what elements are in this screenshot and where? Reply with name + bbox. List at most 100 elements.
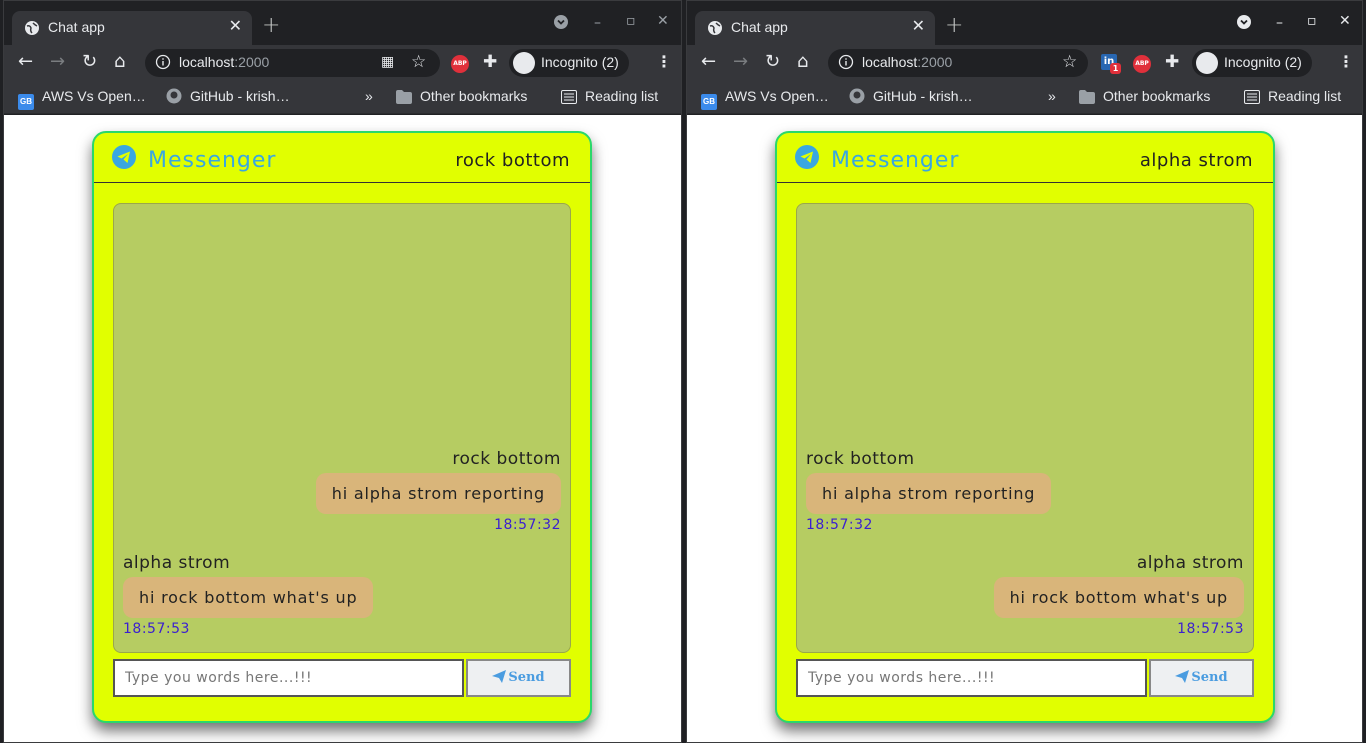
composer: Send bbox=[113, 659, 571, 697]
page-content: Messenger alpha strom rock bottom hi alp… bbox=[687, 115, 1362, 742]
url-text: localhost:2000 bbox=[179, 54, 270, 70]
message-sender: alpha strom bbox=[1136, 553, 1244, 573]
reading-list[interactable]: Reading list bbox=[1244, 88, 1341, 104]
folder-icon bbox=[396, 90, 412, 104]
url-text: localhost:2000 bbox=[862, 54, 953, 70]
send-button[interactable]: Send bbox=[1149, 659, 1254, 697]
paper-plane-icon bbox=[1175, 670, 1190, 683]
home-icon[interactable]: ⌂ bbox=[114, 51, 125, 72]
browser-menu-icon[interactable]: ⋮ bbox=[1338, 52, 1354, 71]
message-time: 18:57:53 bbox=[1177, 621, 1244, 637]
chat-message: rock bottom hi alpha strom reporting 18:… bbox=[797, 449, 1253, 533]
message-bubble: hi rock bottom what's up bbox=[993, 577, 1244, 618]
message-bubble: hi alpha strom reporting bbox=[315, 473, 561, 514]
browser-window-right: Chat app ✕ + – ▫ ✕ ← → ↻ ⌂ localhost:200… bbox=[686, 0, 1363, 743]
chat-message: alpha strom hi rock bottom what's up 18:… bbox=[797, 553, 1253, 637]
github-icon bbox=[166, 88, 182, 104]
incognito-badge[interactable]: Incognito (2) bbox=[1192, 49, 1312, 77]
current-user-name: alpha strom bbox=[1139, 150, 1253, 171]
chat-messages-area[interactable]: rock bottom hi alpha strom reporting 18:… bbox=[113, 203, 571, 653]
bookmark-star-icon[interactable]: ☆ bbox=[411, 52, 426, 72]
composer: Send bbox=[796, 659, 1254, 697]
info-icon bbox=[838, 54, 854, 70]
tab-strip: Chat app ✕ + – ▫ ✕ bbox=[687, 1, 1362, 45]
close-window-icon[interactable]: ✕ bbox=[657, 13, 669, 29]
message-time: 18:57:32 bbox=[806, 517, 873, 533]
messenger-card: Messenger alpha strom rock bottom hi alp… bbox=[775, 131, 1275, 723]
bookmark-star-icon[interactable]: ☆ bbox=[1062, 52, 1077, 72]
reload-icon[interactable]: ↻ bbox=[765, 51, 780, 72]
bookmarks-bar: GB AWS Vs Open… GitHub - krish… » Other b… bbox=[687, 81, 1362, 114]
tab-search-icon[interactable] bbox=[1237, 15, 1251, 33]
bookmark-aws[interactable]: GB AWS Vs Open… bbox=[701, 88, 829, 110]
other-bookmarks[interactable]: Other bookmarks bbox=[1079, 88, 1210, 104]
new-tab-icon[interactable]: + bbox=[262, 13, 280, 38]
tab-title: Chat app bbox=[731, 19, 788, 35]
extensions-puzzle-icon[interactable]: ✚ bbox=[483, 52, 497, 72]
page-content: Messenger rock bottom rock bottom hi alp… bbox=[4, 115, 681, 742]
close-tab-icon[interactable]: ✕ bbox=[912, 16, 925, 35]
reading-list[interactable]: Reading list bbox=[561, 88, 658, 104]
forward-icon[interactable]: → bbox=[733, 51, 748, 72]
address-bar[interactable]: localhost:2000 ▦ ☆ bbox=[145, 49, 440, 77]
info-icon bbox=[155, 54, 171, 70]
send-button[interactable]: Send bbox=[466, 659, 571, 697]
reading-list-icon bbox=[1244, 90, 1260, 104]
browser-window-left: Chat app ✕ + – ▫ ✕ ← → ↻ ⌂ localhost:200… bbox=[3, 0, 682, 743]
message-time: 18:57:53 bbox=[123, 621, 190, 637]
brand-title: Messenger bbox=[148, 148, 277, 173]
incognito-badge[interactable]: Incognito (2) bbox=[509, 49, 629, 77]
messenger-header: Messenger rock bottom bbox=[94, 133, 590, 183]
bookmarks-overflow-icon[interactable]: » bbox=[365, 88, 373, 104]
minimize-icon[interactable]: – bbox=[1276, 15, 1283, 31]
extensions-puzzle-icon[interactable]: ✚ bbox=[1165, 52, 1179, 72]
message-bubble: hi rock bottom what's up bbox=[123, 577, 374, 618]
globe-icon bbox=[25, 21, 39, 35]
incognito-icon bbox=[1196, 52, 1218, 74]
forward-icon[interactable]: → bbox=[50, 51, 65, 72]
back-icon[interactable]: ← bbox=[18, 51, 33, 72]
tab-search-icon[interactable] bbox=[554, 15, 568, 33]
tab-title: Chat app bbox=[48, 19, 105, 35]
folder-icon bbox=[1079, 90, 1095, 104]
messenger-card: Messenger rock bottom rock bottom hi alp… bbox=[92, 131, 592, 723]
message-bubble: hi alpha strom reporting bbox=[806, 473, 1052, 514]
chat-messages-area[interactable]: rock bottom hi alpha strom reporting 18:… bbox=[796, 203, 1254, 653]
brand-title: Messenger bbox=[831, 148, 960, 173]
home-icon[interactable]: ⌂ bbox=[797, 51, 808, 72]
tab-chat-app[interactable]: Chat app ✕ bbox=[12, 11, 252, 45]
messenger-header: Messenger alpha strom bbox=[777, 133, 1273, 183]
current-user-name: rock bottom bbox=[455, 150, 570, 171]
message-input[interactable] bbox=[113, 659, 464, 697]
new-tab-icon[interactable]: + bbox=[945, 13, 963, 38]
chat-message: alpha strom hi rock bottom what's up 18:… bbox=[114, 553, 570, 637]
back-icon[interactable]: ← bbox=[701, 51, 716, 72]
github-icon bbox=[849, 88, 865, 104]
adblock-icon[interactable]: ABP bbox=[451, 55, 469, 73]
adblock-icon[interactable]: ABP bbox=[1133, 55, 1151, 73]
message-input[interactable] bbox=[796, 659, 1147, 697]
bookmark-github[interactable]: GitHub - krish… bbox=[849, 88, 973, 104]
bookmark-github[interactable]: GitHub - krish… bbox=[166, 88, 290, 104]
tab-chat-app[interactable]: Chat app ✕ bbox=[695, 11, 935, 45]
maximize-icon[interactable]: ▫ bbox=[626, 13, 636, 29]
bookmark-aws[interactable]: GB AWS Vs Open… bbox=[18, 88, 146, 110]
bookmarks-overflow-icon[interactable]: » bbox=[1048, 88, 1056, 104]
other-bookmarks[interactable]: Other bookmarks bbox=[396, 88, 527, 104]
close-window-icon[interactable]: ✕ bbox=[1339, 13, 1351, 29]
close-tab-icon[interactable]: ✕ bbox=[229, 16, 242, 35]
qr-code-icon[interactable]: ▦ bbox=[381, 54, 394, 70]
message-sender: rock bottom bbox=[452, 449, 561, 469]
linkedin-icon[interactable]: in 1 bbox=[1101, 54, 1121, 74]
address-bar[interactable]: localhost:2000 ☆ bbox=[828, 49, 1088, 77]
maximize-icon[interactable]: ▫ bbox=[1307, 13, 1317, 29]
minimize-icon[interactable]: – bbox=[594, 15, 601, 31]
browser-menu-icon[interactable]: ⋮ bbox=[656, 52, 672, 71]
browser-toolbar: ← → ↻ ⌂ localhost:2000 ☆ in 1 ABP ✚ Incog… bbox=[687, 45, 1362, 81]
reload-icon[interactable]: ↻ bbox=[82, 51, 97, 72]
bookmarks-bar: GB AWS Vs Open… GitHub - krish… » Other b… bbox=[4, 81, 681, 114]
reading-list-icon bbox=[561, 90, 577, 104]
telegram-icon bbox=[795, 145, 819, 169]
message-sender: rock bottom bbox=[806, 449, 915, 469]
paper-plane-icon bbox=[492, 670, 507, 683]
